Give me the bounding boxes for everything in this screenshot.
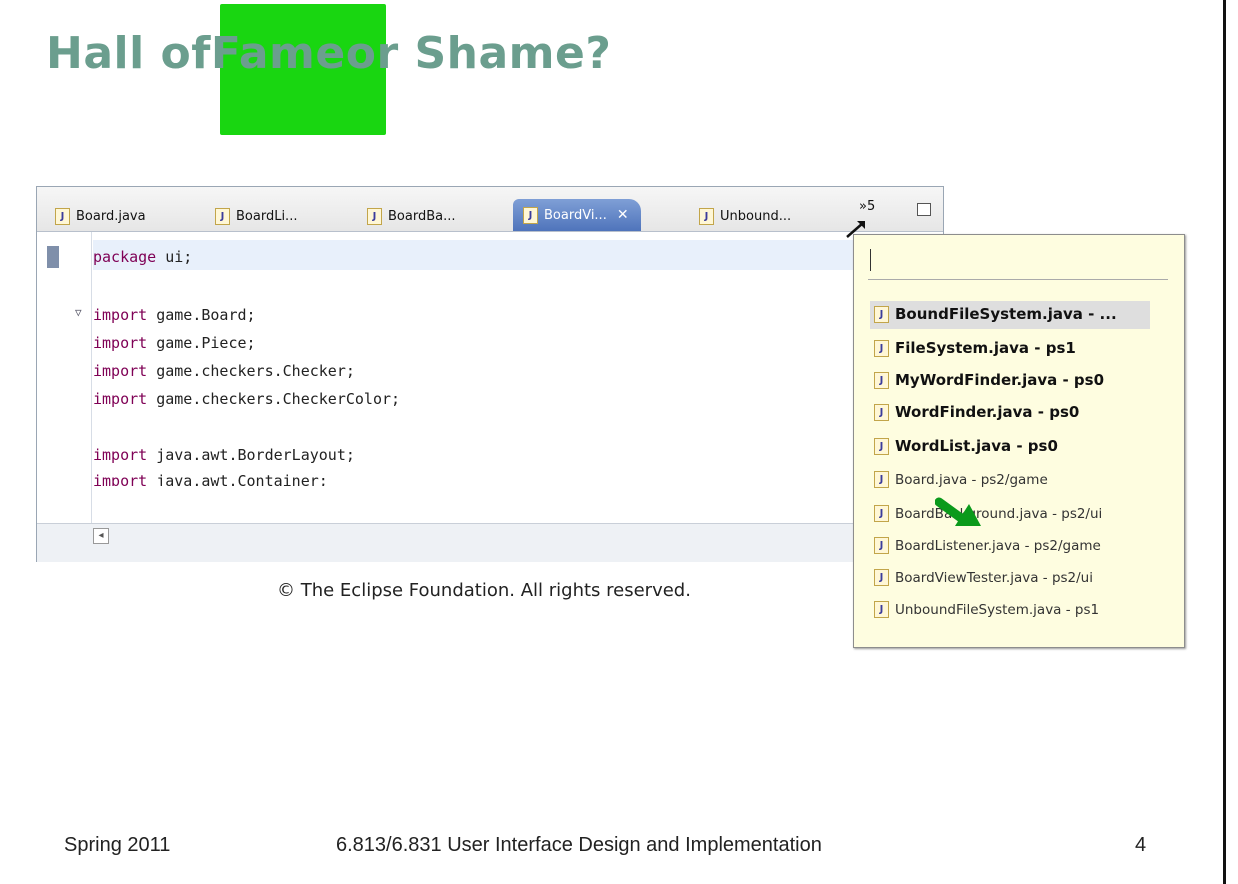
code-text: import java.awt.BorderLayout; bbox=[93, 446, 355, 464]
tab-board-background[interactable]: J BoardBa... bbox=[367, 201, 456, 231]
code-text: import game.Piece; bbox=[93, 334, 256, 352]
code-text: import game.checkers.Checker; bbox=[93, 362, 355, 380]
java-file-icon: J bbox=[874, 305, 889, 323]
code-text: package ui; bbox=[93, 248, 193, 266]
code-keyword: import bbox=[93, 446, 148, 464]
popup-item-label: FileSystem.java - ps1 bbox=[895, 339, 1076, 357]
code-keyword: import bbox=[93, 334, 148, 352]
code-line-clipped: import java.awt.Container; bbox=[93, 472, 328, 486]
popup-item-label: MyWordFinder.java - ps0 bbox=[895, 371, 1105, 389]
popup-item[interactable]: J BoardViewTester.java - ps2/ui bbox=[874, 569, 1093, 586]
quick-switch-editor-popup: J BoundFileSystem.java - ... J FileSyste… bbox=[853, 234, 1185, 648]
java-file-icon: J bbox=[55, 207, 70, 225]
tab-label: BoardBa... bbox=[388, 208, 456, 224]
code-keyword: import bbox=[93, 472, 148, 486]
footer-term: Spring 2011 bbox=[64, 834, 171, 856]
tab-board-listener[interactable]: J BoardLi... bbox=[215, 201, 297, 231]
popup-item[interactable]: J FileSystem.java - ps1 bbox=[874, 339, 1076, 357]
code-line: package ui; bbox=[93, 248, 192, 266]
java-file-icon: J bbox=[699, 207, 714, 225]
text-caret bbox=[870, 249, 871, 271]
popup-item[interactable]: J UnboundFileSystem.java - ps1 bbox=[874, 601, 1099, 618]
code-text: import game.Board; bbox=[93, 306, 256, 324]
horizontal-scrollbar[interactable]: ◂ bbox=[37, 523, 943, 562]
java-file-icon: J bbox=[874, 569, 889, 586]
code-line: import game.checkers.CheckerColor; bbox=[93, 390, 400, 408]
editor-tab-bar: J Board.java J BoardLi... J BoardBa... J… bbox=[37, 187, 943, 238]
code-line: import game.Board; bbox=[93, 306, 256, 324]
slide-title: Hall of Fame or Shame? bbox=[46, 28, 611, 79]
java-file-icon: J bbox=[874, 339, 889, 357]
code-line: import java.awt.BorderLayout; bbox=[93, 446, 355, 464]
gutter-divider bbox=[91, 232, 92, 532]
title-part-2: Fame bbox=[210, 28, 346, 79]
popup-item-label: UnboundFileSystem.java - ps1 bbox=[895, 601, 1100, 618]
java-file-icon: J bbox=[874, 471, 889, 488]
maximize-icon[interactable] bbox=[917, 203, 931, 216]
eclipse-editor: J Board.java J BoardLi... J BoardBa... J… bbox=[36, 186, 944, 562]
code-line: import game.Piece; bbox=[93, 334, 256, 352]
java-file-icon: J bbox=[874, 601, 889, 618]
code-keyword: import bbox=[93, 362, 148, 380]
title-part-3: or Shame? bbox=[345, 28, 612, 79]
code-keyword: import bbox=[93, 390, 148, 408]
popup-item-label: WordFinder.java - ps0 bbox=[895, 403, 1080, 421]
gutter-marker bbox=[47, 246, 59, 268]
tab-label: Unbound... bbox=[720, 208, 792, 224]
close-icon[interactable]: ✕ bbox=[617, 207, 629, 223]
popup-item[interactable]: J Board.java - ps2/game bbox=[874, 471, 1048, 488]
code-keyword: import bbox=[93, 306, 148, 324]
popup-item-label: BoundFileSystem.java - ... bbox=[895, 305, 1117, 323]
scroll-left-icon[interactable]: ◂ bbox=[93, 528, 109, 544]
popup-item-label: Board.java - ps2/game bbox=[895, 471, 1048, 488]
code-keyword: package bbox=[93, 248, 157, 266]
tab-unbound[interactable]: J Unbound... bbox=[699, 201, 791, 231]
slide-right-border bbox=[1223, 0, 1226, 884]
tab-label: Board.java bbox=[76, 208, 146, 224]
java-file-icon: J bbox=[874, 437, 889, 455]
popup-item-label: WordList.java - ps0 bbox=[895, 437, 1058, 455]
java-file-icon: J bbox=[523, 206, 538, 224]
tab-label: BoardVi... bbox=[544, 207, 607, 223]
popup-item[interactable]: J BoundFileSystem.java - ... bbox=[874, 305, 1117, 323]
more-tabs-chevron[interactable]: »5 bbox=[859, 199, 875, 214]
java-file-icon: J bbox=[215, 207, 230, 225]
footer-course: 6.813/6.831 User Interface Design and Im… bbox=[336, 834, 822, 856]
code-text: import game.checkers.CheckerColor; bbox=[93, 390, 401, 408]
java-file-icon: J bbox=[367, 207, 382, 225]
java-file-icon: J bbox=[874, 537, 889, 554]
green-arrow-annotation-icon bbox=[935, 497, 981, 526]
current-line-highlight bbox=[93, 240, 933, 270]
popup-item[interactable]: J WordFinder.java - ps0 bbox=[874, 403, 1079, 421]
popup-item-label: BoardListener.java - ps2/game bbox=[895, 537, 1101, 554]
fold-triangle-icon[interactable]: ▽ bbox=[75, 306, 82, 319]
popup-item[interactable]: J WordList.java - ps0 bbox=[874, 437, 1058, 455]
popup-item-label: BoardViewTester.java - ps2/ui bbox=[895, 569, 1093, 586]
java-file-icon: J bbox=[874, 403, 889, 421]
popup-filter-input[interactable] bbox=[868, 245, 1168, 280]
tab-board-view-active[interactable]: J BoardVi... ✕ bbox=[513, 199, 641, 231]
java-file-icon: J bbox=[874, 505, 889, 522]
popup-item[interactable]: J MyWordFinder.java - ps0 bbox=[874, 371, 1104, 389]
code-text: import java.awt.Container; bbox=[93, 472, 328, 486]
popup-item-label: BoardBackground.java - ps2/ui bbox=[895, 505, 1103, 522]
code-line: import game.checkers.Checker; bbox=[93, 362, 355, 380]
title-part-1: Hall of bbox=[46, 28, 211, 79]
page-number: 4 bbox=[1135, 834, 1147, 856]
java-file-icon: J bbox=[874, 371, 889, 389]
popup-item[interactable]: J BoardBackground.java - ps2/ui bbox=[874, 505, 1102, 522]
popup-item[interactable]: J BoardListener.java - ps2/game bbox=[874, 537, 1101, 554]
code-area[interactable]: ▽ package ui; import game.Board; import … bbox=[37, 232, 943, 532]
copyright-notice: © The Eclipse Foundation. All rights res… bbox=[277, 580, 691, 601]
tab-board-java[interactable]: J Board.java bbox=[55, 201, 146, 231]
tab-label: BoardLi... bbox=[236, 208, 298, 224]
